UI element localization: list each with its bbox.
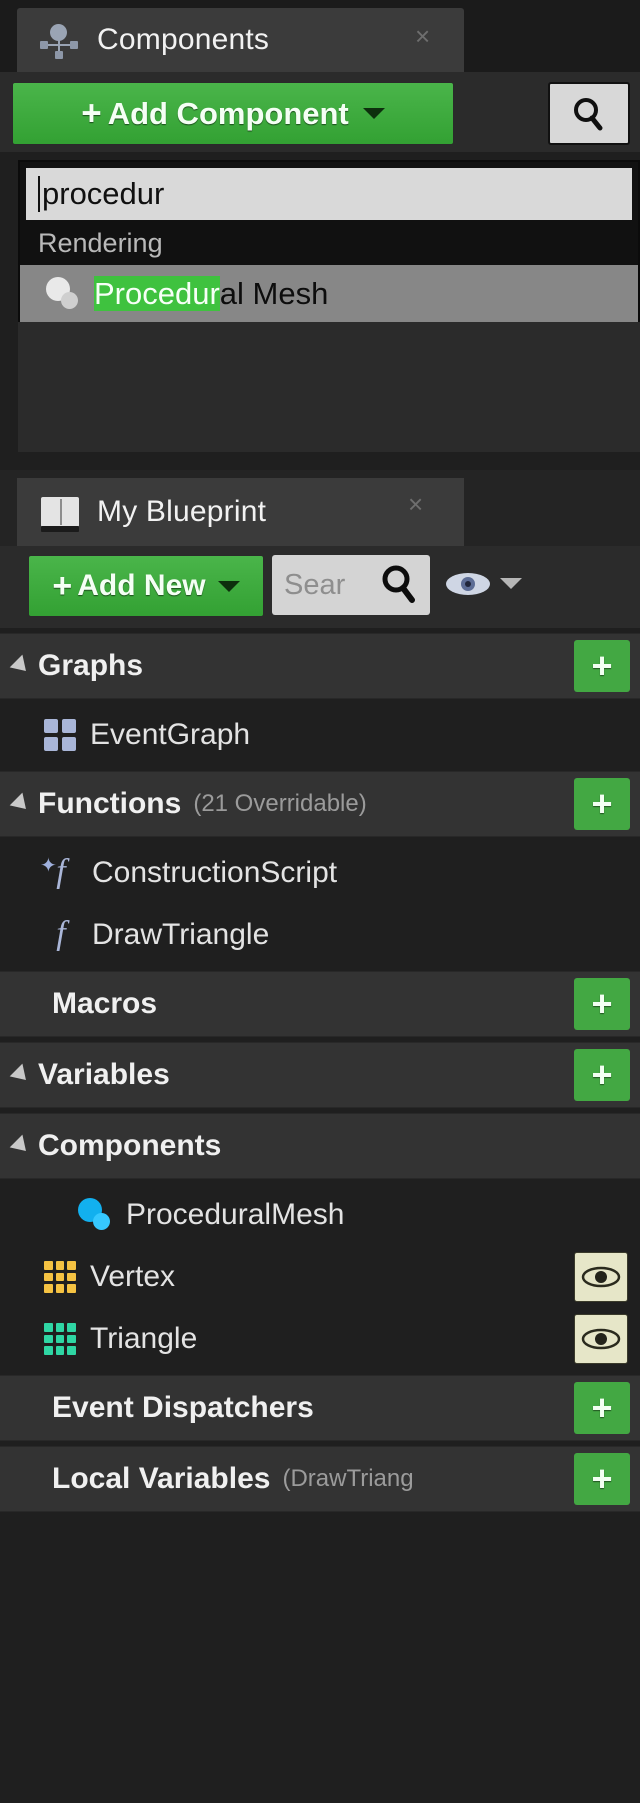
components-panel: Components × + Add Component procedur Re… bbox=[0, 0, 640, 470]
dropdown-category-rendering: Rendering bbox=[20, 224, 638, 265]
component-search-input[interactable]: procedur bbox=[26, 168, 632, 220]
component-search-value: procedur bbox=[42, 176, 165, 211]
blueprint-book-icon bbox=[41, 497, 79, 532]
my-blueprint-toolbar: + Add New Sear bbox=[0, 546, 640, 628]
chevron-down-icon bbox=[217, 580, 240, 592]
section-title: Variables bbox=[38, 1058, 170, 1091]
chevron-down-icon[interactable] bbox=[500, 578, 522, 589]
add-functions-button[interactable]: + bbox=[574, 778, 630, 830]
tree-item-eventgraph[interactable]: EventGraph bbox=[0, 704, 640, 766]
components-tree-body bbox=[18, 322, 640, 452]
section-title: Graphs bbox=[38, 649, 144, 682]
section-header-graphs[interactable]: Graphs + bbox=[0, 633, 640, 699]
tab-components[interactable]: Components bbox=[17, 8, 464, 72]
tab-my-blueprint[interactable]: My Blueprint bbox=[17, 478, 464, 546]
section-title: Event Dispatchers bbox=[52, 1391, 314, 1424]
components-tabstrip: Components × bbox=[0, 0, 640, 72]
add-component-label: Add Component bbox=[107, 95, 349, 131]
tab-components-label: Components bbox=[97, 23, 270, 56]
visibility-toggle-button[interactable] bbox=[444, 564, 494, 604]
section-title: Functions bbox=[38, 787, 182, 820]
search-icon bbox=[378, 562, 422, 606]
chevron-down-icon bbox=[362, 108, 385, 119]
add-component-dropdown: procedur Rendering Procedural Mesh bbox=[18, 160, 640, 325]
component-search-button[interactable] bbox=[548, 82, 630, 145]
add-component-button[interactable]: + Add Component bbox=[12, 82, 454, 145]
tree-item-drawtriangle[interactable]: f DrawTriangle bbox=[0, 904, 640, 966]
add-new-button[interactable]: + Add New bbox=[28, 555, 264, 617]
close-icon[interactable]: × bbox=[408, 491, 423, 517]
section-title: Macros bbox=[52, 987, 158, 1020]
tree-item-proceduralmesh[interactable]: ProceduralMesh bbox=[0, 1184, 640, 1246]
disclosure-triangle-icon[interactable] bbox=[9, 792, 33, 816]
add-graphs-button[interactable]: + bbox=[574, 640, 630, 692]
tree-item-label: EventGraph bbox=[90, 718, 251, 751]
add-variables-button[interactable]: + bbox=[574, 1049, 630, 1101]
dropdown-item-rest: al Mesh bbox=[219, 276, 329, 311]
add-local-variables-button[interactable]: + bbox=[574, 1453, 630, 1505]
section-subtitle: (21 Overridable) bbox=[193, 790, 367, 817]
close-icon[interactable]: × bbox=[415, 23, 430, 49]
dropdown-item-label: Procedural Mesh bbox=[94, 276, 328, 312]
add-event-dispatchers-button[interactable]: + bbox=[574, 1382, 630, 1434]
my-blueprint-panel: My Blueprint × + Add New Sear Graphs + E… bbox=[0, 470, 640, 1803]
add-new-label: Add New bbox=[77, 569, 206, 602]
section-header-variables[interactable]: Variables + bbox=[0, 1042, 640, 1108]
disclosure-triangle-icon[interactable] bbox=[9, 1134, 33, 1158]
components-icon bbox=[39, 20, 79, 60]
search-placeholder-text: Sear bbox=[284, 568, 346, 601]
my-blueprint-tree: Graphs + EventGraph Functions (21 Overridabl… bbox=[0, 633, 640, 1512]
event-graph-icon bbox=[44, 719, 76, 751]
my-blueprint-tabstrip: My Blueprint × bbox=[0, 470, 640, 546]
tree-item-vertex[interactable]: Vertex bbox=[0, 1246, 640, 1308]
disclosure-triangle-icon[interactable] bbox=[9, 654, 33, 678]
add-macros-button[interactable]: + bbox=[574, 978, 630, 1030]
plus-icon: + bbox=[81, 93, 102, 133]
tree-item-label: DrawTriangle bbox=[92, 918, 270, 951]
vertex-array-icon bbox=[44, 1261, 76, 1293]
search-match-highlight: Procedur bbox=[94, 276, 220, 311]
dropdown-item-procedural-mesh[interactable]: Procedural Mesh bbox=[20, 265, 638, 323]
section-header-event-dispatchers[interactable]: Event Dispatchers + bbox=[0, 1375, 640, 1441]
construction-script-icon: ✦ f bbox=[40, 853, 66, 890]
section-header-local-variables[interactable]: Local Variables (DrawTriang + bbox=[0, 1446, 640, 1512]
tree-item-constructionscript[interactable]: ✦ f ConstructionScript bbox=[0, 842, 640, 904]
eye-icon bbox=[446, 573, 490, 595]
tree-item-label: ConstructionScript bbox=[92, 856, 338, 889]
eye-icon bbox=[581, 1266, 621, 1288]
tree-item-label: ProceduralMesh bbox=[126, 1198, 345, 1231]
eye-icon bbox=[581, 1328, 621, 1350]
triangle-array-icon bbox=[44, 1323, 76, 1355]
eye-toggle-vertex[interactable] bbox=[574, 1252, 628, 1302]
disclosure-triangle-icon[interactable] bbox=[9, 1063, 33, 1087]
tree-item-label: Vertex bbox=[90, 1260, 176, 1293]
tab-my-blueprint-label: My Blueprint bbox=[97, 495, 267, 528]
search-icon bbox=[574, 97, 603, 130]
components-toolbar: + Add Component bbox=[0, 72, 640, 152]
plus-icon: + bbox=[52, 566, 73, 605]
tree-item-triangle[interactable]: Triangle bbox=[0, 1308, 640, 1370]
search-input[interactable]: Sear bbox=[272, 555, 430, 615]
procedural-mesh-sphere-icon bbox=[46, 277, 80, 311]
function-icon: f bbox=[56, 915, 66, 952]
section-header-macros[interactable]: Macros + bbox=[0, 971, 640, 1037]
procedural-mesh-sphere-icon bbox=[78, 1198, 112, 1232]
section-title: Local Variables bbox=[52, 1462, 271, 1495]
section-header-functions[interactable]: Functions (21 Overridable) + bbox=[0, 771, 640, 837]
section-title: Components bbox=[38, 1129, 222, 1162]
tree-item-label: Triangle bbox=[90, 1322, 198, 1355]
text-cursor bbox=[38, 176, 40, 212]
section-header-components[interactable]: Components bbox=[0, 1113, 640, 1179]
eye-toggle-triangle[interactable] bbox=[574, 1314, 628, 1364]
section-subtitle: (DrawTriang bbox=[282, 1465, 414, 1492]
